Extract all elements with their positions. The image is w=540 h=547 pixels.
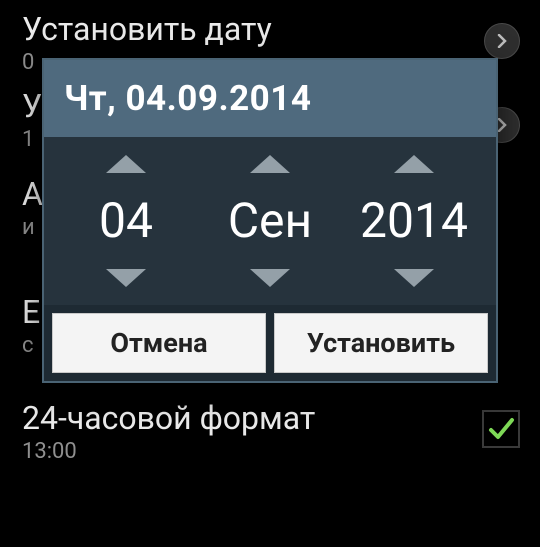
ok-button[interactable]: Установить — [274, 313, 488, 373]
check-icon — [487, 415, 515, 443]
chevron-up-icon[interactable] — [394, 155, 434, 173]
chevron-up-icon[interactable] — [106, 155, 146, 173]
year-value[interactable]: 2014 — [360, 189, 468, 253]
year-spinner[interactable]: 2014 — [344, 155, 484, 287]
month-value[interactable]: Сен — [228, 189, 312, 253]
day-value[interactable]: 04 — [99, 189, 153, 253]
chevron-up-icon[interactable] — [250, 155, 290, 173]
settings-item-24h[interactable]: 24-часовой формат 13:00 — [0, 387, 540, 470]
date-spinners: 04 Сен 2014 — [44, 137, 496, 305]
chevron-down-icon[interactable] — [250, 269, 290, 287]
settings-item-sub: 13:00 — [22, 439, 518, 464]
dialog-overlay: Чт, 04.09.2014 04 Сен 2014 Отмена Устано… — [0, 58, 540, 383]
day-spinner[interactable]: 04 — [56, 155, 196, 287]
cancel-button[interactable]: Отмена — [52, 313, 266, 373]
settings-item-title: Установить дату — [22, 8, 518, 48]
dialog-button-bar: Отмена Установить — [44, 305, 496, 381]
dialog-title: Чт, 04.09.2014 — [44, 60, 496, 137]
month-spinner[interactable]: Сен — [200, 155, 340, 287]
chevron-down-icon[interactable] — [106, 269, 146, 287]
checkbox-24h[interactable] — [482, 410, 520, 448]
chevron-down-icon[interactable] — [394, 269, 434, 287]
date-picker-dialog: Чт, 04.09.2014 04 Сен 2014 Отмена Устано… — [42, 58, 498, 383]
chevron-right-icon[interactable] — [484, 23, 520, 59]
settings-item-title: 24-часовой формат — [22, 397, 518, 437]
